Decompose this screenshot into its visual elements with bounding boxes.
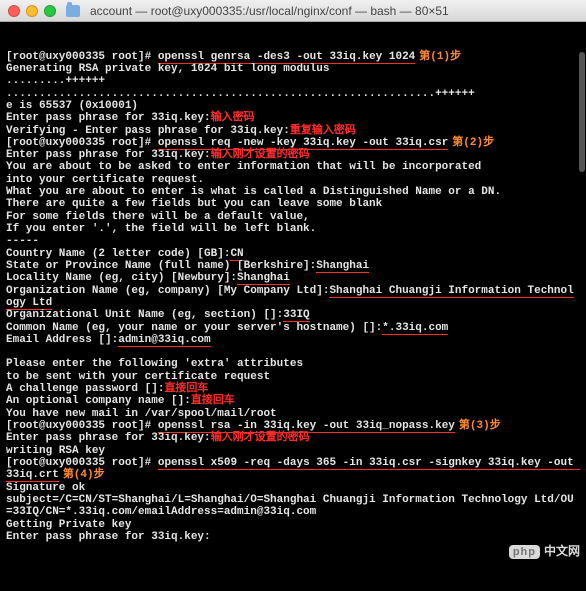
prompt: [root@uxy000335 root]# [6,51,151,63]
out-country-prompt: Country Name (2 letter code) [GB]: [6,248,230,260]
out-about4: There are quite a few fields but you can… [6,198,382,210]
out-locality-prompt: Locality Name (eg, city) [Newbury]: [6,272,237,284]
step-3-label: 第(3)步 [459,420,501,432]
out-getpk: Getting Private key [6,519,131,531]
watermark: php 中文网 [509,545,580,559]
prompt: [root@uxy000335 root]# [6,420,151,432]
out-extra2: to be sent with your certificate request [6,371,270,383]
out-ocn: An optional company name []: [6,395,191,407]
annotation-enter-password: 输入密码 [211,112,255,124]
out-enterpp3: Enter pass phrase for 33iq.key: [6,432,211,444]
out-about1: You are about to be asked to enter infor… [6,161,481,173]
annotation-reenter-password: 重复输入密码 [290,125,356,137]
out-dash: ----- [6,235,39,247]
out-verifypp: Verifying - Enter pass phrase for 33iq.k… [6,125,290,137]
prompt: [root@uxy000335 root]# [6,137,151,149]
command-1: openssl genrsa -des3 -out 33iq.key 1024 [158,51,415,64]
step-1-label: 第(1)步 [419,51,461,63]
close-icon[interactable] [8,5,20,17]
out-dots1: .........++++++ [6,75,105,87]
terminal-output[interactable]: [root@uxy000335 root]# openssl genrsa -d… [0,22,586,591]
out-org-prompt: Organization Name (eg, company) [My Comp… [6,285,329,297]
out-ou-prompt: Organizational Unit Name (eg, section) [… [6,309,283,321]
out-about2: into your certificate request. [6,174,204,186]
annotation-prev-password-2: 输入刚才设置的密码 [211,432,310,444]
val-locality: Shanghai [237,272,290,285]
step-2-label: 第(2)步 [452,137,494,149]
val-email: admin@33iq.com [118,334,210,347]
out-enterpp: Enter pass phrase for 33iq.key: [6,112,211,124]
scrollbar[interactable] [579,52,585,172]
minimize-icon[interactable] [26,5,38,17]
out-email-prompt: Email Address []: [6,334,118,346]
out-extra1: Please enter the following 'extra' attri… [6,358,303,370]
out-cn-prompt: Common Name (eg, your name or your serve… [6,322,382,334]
out-enterpp2: Enter pass phrase for 33iq.key: [6,149,211,161]
val-state: Shanghai [316,260,369,273]
out-dots2: ........................................… [6,88,475,100]
watermark-text: 中文网 [544,545,580,558]
annotation-enter-1: 直接回车 [164,383,208,395]
prompt: [root@uxy000335 root]# [6,457,151,469]
out-about5: For some fields there will be a default … [6,211,310,223]
out-wrsa: writing RSA key [6,445,105,457]
annotation-prev-password: 输入刚才设置的密码 [211,149,310,161]
out-state-prompt: State or Province Name (full name) [Berk… [6,260,316,272]
val-cn: *.33iq.com [382,322,448,335]
out-mail: You have new mail in /var/spool/mail/roo… [6,408,277,420]
window-titlebar: account — root@uxy000335:/usr/local/ngin… [0,0,586,22]
window-title: account — root@uxy000335:/usr/local/ngin… [90,4,449,18]
out-gen: Generating RSA private key, 1024 bit lon… [6,63,329,75]
out-subject: subject=/C=CN/ST=Shanghai/L=Shanghai/O=S… [6,494,574,518]
out-sigok: Signature ok [6,482,85,494]
val-ou: 33IQ [283,309,309,322]
folder-icon [66,5,80,17]
zoom-icon[interactable] [44,5,56,17]
out-eis: e is 65537 (0x10001) [6,100,138,112]
out-about3: What you are about to enter is what is c… [6,186,501,198]
out-chpw: A challenge password []: [6,383,164,395]
out-enterpp4: Enter pass phrase for 33iq.key: [6,531,211,543]
watermark-logo: php [509,545,540,559]
annotation-enter-2: 直接回车 [191,395,235,407]
val-country: CN [230,248,243,261]
out-about6: If you enter '.', the field will be left… [6,223,316,235]
command-2: openssl req -new -key 33iq.key -out 33iq… [158,137,448,150]
